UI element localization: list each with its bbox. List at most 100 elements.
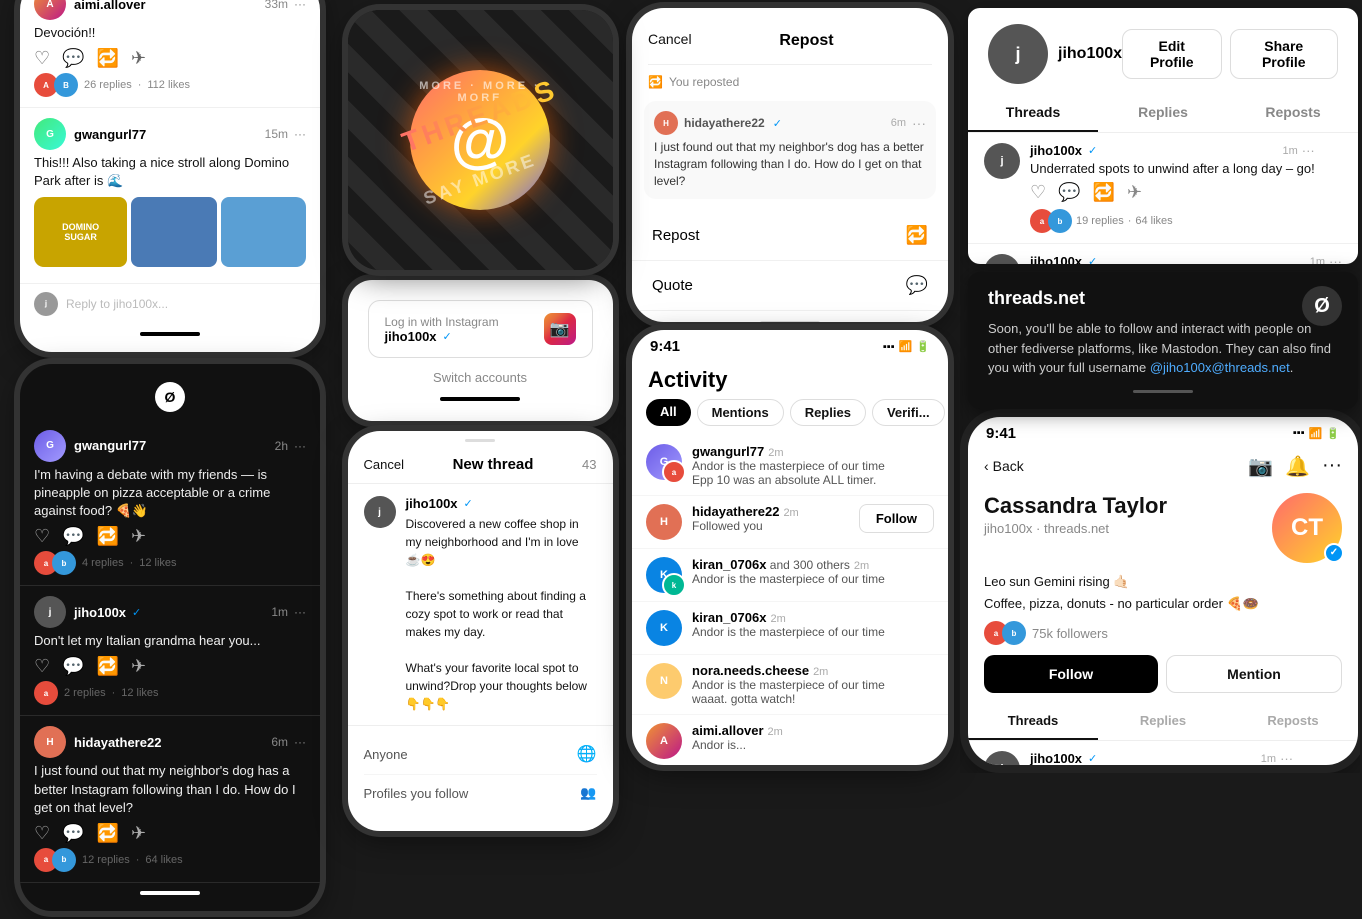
preview-verified: ✓ [773,117,782,130]
preview-avatar: H [654,111,678,135]
activity-filters: All Mentions Replies Verifi... [632,399,948,436]
filter-all[interactable]: All [646,399,691,426]
profile-post-0: j jiho100x ✓ 1m ··· Underrated spots to … [968,133,1358,244]
cas-tab-replies[interactable]: Replies [1098,703,1228,740]
dots-icon[interactable]: ··· [1322,454,1342,479]
wifi-icon: 📶 [899,340,913,353]
repost-icon[interactable]: 🔁 [97,48,119,69]
share-icon-4[interactable]: ✈ [131,823,146,844]
cassandra-status-icons: ▪▪▪ 📶 🔋 [1293,427,1340,440]
like-icon-4[interactable]: ♡ [34,823,50,844]
audience-label: Anyone [364,747,408,762]
repost-icon-2[interactable]: 🔁 [97,526,119,547]
act-info-0: gwangurl772m Andor is the masterpiece of… [692,444,934,487]
threads-net-bottom-bar [1133,390,1193,393]
profile-username: jiho100x [1058,45,1122,63]
share-icon[interactable]: ✈ [131,48,146,69]
cassandra-badge: ✓ [1324,543,1344,563]
share-profile-button[interactable]: Share Profile [1230,29,1339,79]
cas-post-username: jiho100x [1030,751,1082,765]
cas-tab-reposts[interactable]: Reposts [1228,703,1358,740]
avatar-hida-dark: H [34,726,66,758]
login-label: Log in with Instagram [385,315,499,329]
comment-icon-2[interactable]: 💬 [62,526,84,547]
repost-preview: H hidayathere22 ✓ 6m ··· I just found ou… [644,101,936,199]
cassandra-follow-button[interactable]: Follow [984,655,1158,693]
repost-icon-5[interactable]: 🔁 [1093,182,1115,203]
share-icon-2[interactable]: ✈ [131,526,146,547]
cassandra-time: 9:41 [986,425,1016,442]
cassandra-mention-button[interactable]: Mention [1166,655,1342,693]
repost-cancel-button[interactable]: Cancel [648,31,692,47]
post-actions-jiho-dark: ♡ 💬 🔁 ✈ [34,656,306,677]
activity-item-4: N nora.needs.cheese2m Andor is the maste… [632,655,948,715]
char-count: 43 [582,457,596,472]
act-username-1: hidayathere22 [692,504,779,519]
login-instagram-button[interactable]: Log in with Instagram jiho100x ✓ 📷 [368,300,593,358]
cassandra-name: Cassandra Taylor [984,493,1167,519]
tab-reposts[interactable]: Reposts [1228,94,1358,132]
repost-icon-4[interactable]: 🔁 [97,823,119,844]
bottom-bar-2 [140,891,200,895]
repost-icon-3[interactable]: 🔁 [97,656,119,677]
like-icon-2[interactable]: ♡ [34,526,50,547]
threads-net-title: threads.net [988,288,1338,309]
filter-mentions[interactable]: Mentions [697,399,784,426]
follow-button-1[interactable]: Follow [859,504,934,533]
repost-option[interactable]: Repost 🔁 [632,211,948,261]
prof-post-avatar-1: j [984,254,1020,264]
like-icon-5[interactable]: ♡ [1030,182,1046,203]
post-text-aimi: Devoción!! [34,24,306,42]
cas-post-verified: ✓ [1088,752,1097,765]
switch-accounts-button[interactable]: Switch accounts [433,370,527,385]
comment-icon-4[interactable]: 💬 [62,823,84,844]
post-time-gwang2: 2h··· [275,439,306,453]
act-time-5: 2m [768,726,783,738]
like-icon-3[interactable]: ♡ [34,656,50,677]
comment-icon[interactable]: 💬 [62,48,84,69]
post-img-3 [221,197,306,267]
threads-logo-dark: Ø [155,382,185,412]
tab-threads[interactable]: Threads [968,94,1098,132]
profiles-option[interactable]: Profiles you follow 👥 [364,775,597,811]
username-hida-dark: hidayathere22 [74,735,161,750]
post-time-aimi: 33m ··· [265,0,306,11]
share-icon-3[interactable]: ✈ [131,656,146,677]
avatar-jiho-dark: j [34,596,66,628]
profile-post-1: j jiho100x ✓ 1m ··· V excited about the … [968,244,1358,264]
bell-icon[interactable]: 🔔 [1285,454,1310,479]
instagram-nav-icon[interactable]: 📷 [1248,454,1273,479]
cas-tab-threads[interactable]: Threads [968,703,1098,740]
post-meta-jiho-dark: a 2 replies·12 likes [34,681,306,705]
audience-option[interactable]: Anyone 🌐 [364,734,597,775]
new-thread-header: Cancel New thread 43 [348,446,613,484]
reply-bar[interactable]: j Reply to jiho100x... [20,284,320,324]
cassandra-handle: jiho100x · threads.net [984,521,1167,536]
cassandra-nav-icons: 📷 🔔 ··· [1248,454,1342,479]
cassandra-header: Cassandra Taylor jiho100x · threads.net … [968,487,1358,573]
avatar-gwang2: G [34,430,66,462]
cas-post-avatar: j [984,751,1020,765]
tab-replies[interactable]: Replies [1098,94,1228,132]
act-subtext-4: waaat. gotta watch! [692,692,934,706]
act-info-3: kiran_0706x2m Andor is the masterpiece o… [692,610,934,639]
cancel-button[interactable]: Cancel [364,457,404,472]
post-img-1: DOMINOSUGAR [34,197,127,267]
filter-replies[interactable]: Replies [790,399,866,426]
chevron-left-icon: ‹ [984,458,989,474]
new-thread-text[interactable]: Discovered a new coffee shop in my neigh… [406,515,597,713]
nt-verified: ✓ [464,497,473,510]
comment-icon-5[interactable]: 💬 [1058,182,1080,203]
post-meta-hida-dark: a b 12 replies·64 likes [34,848,306,872]
prof-post-dots-0: ··· [1302,143,1315,158]
edit-profile-button[interactable]: Edit Profile [1122,29,1221,79]
activity-status-bar: 9:41 ▪▪▪ 📶 🔋 [632,330,948,359]
nt-username: jiho100x [406,496,458,511]
comment-icon-3[interactable]: 💬 [62,656,84,677]
threads-net-card: threads.net Ø Soon, you'll be able to fo… [968,272,1358,409]
filter-verified[interactable]: Verifi... [872,399,945,426]
quote-option[interactable]: Quote 💬 [632,261,948,311]
like-icon[interactable]: ♡ [34,48,50,69]
back-button[interactable]: ‹ Back [984,458,1024,474]
share-icon-5[interactable]: ✈ [1127,182,1142,203]
